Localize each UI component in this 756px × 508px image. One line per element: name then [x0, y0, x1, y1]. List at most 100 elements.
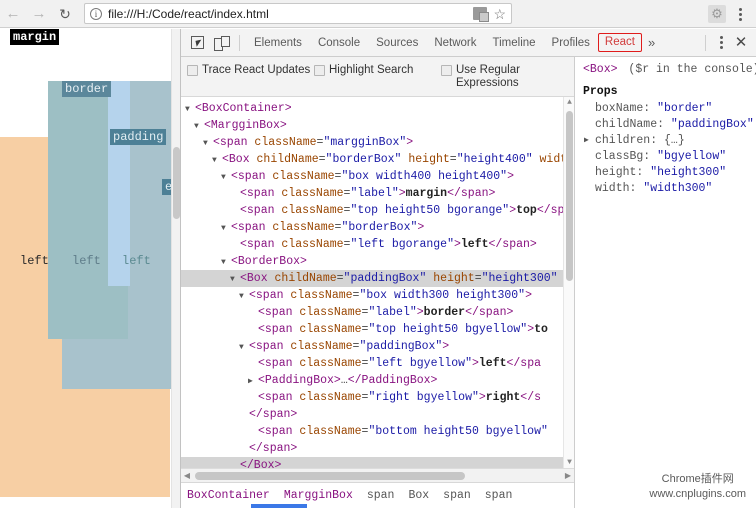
tab-console[interactable]: Console [310, 32, 368, 54]
tree-row[interactable]: ▼ <BoxContainer> [181, 100, 574, 117]
tree-row[interactable]: ·<span className="label">margin</span> [181, 185, 574, 202]
option-use-regular-expressions[interactable]: Use Regular Expressions [441, 62, 568, 96]
breadcrumb-item-span[interactable]: span [483, 489, 515, 502]
checkbox-icon[interactable] [187, 65, 198, 76]
react-extension-icon[interactable]: ⚙ [708, 5, 726, 23]
prop-value[interactable]: "border" [657, 102, 712, 115]
scroll-left-icon[interactable]: ◀ [181, 469, 193, 482]
inspect-element-icon[interactable] [185, 31, 209, 55]
collapse-arrow-icon[interactable]: ▼ [230, 271, 240, 287]
prop-key: children: [595, 134, 665, 147]
tree-row[interactable]: ▼ <span className="box width400 height400… [181, 168, 574, 185]
tree-row[interactable]: ▼ <span className="box width300 height300… [181, 287, 574, 304]
devtools-menu-icon[interactable] [712, 32, 730, 54]
breadcrumb-item-margginbox[interactable]: MargginBox [282, 489, 355, 502]
forward-icon[interactable]: → [26, 1, 52, 27]
kebab-menu-icon[interactable] [732, 4, 748, 24]
prop-value[interactable]: "width300" [643, 182, 712, 195]
tree-row[interactable]: ▼ <span className="margginBox"> [181, 134, 574, 151]
tree-row[interactable]: ▶ <PaddingBox>…</PaddingBox> [181, 372, 574, 389]
checkbox-icon[interactable] [441, 65, 452, 76]
tree-token: "borderBox" [341, 221, 418, 234]
tree-row[interactable]: ▼ <BorderBox> [181, 253, 574, 270]
breadcrumb-item-span[interactable]: span [441, 489, 473, 502]
collapse-arrow-icon[interactable]: ▼ [221, 169, 231, 185]
scroll-up-icon[interactable]: ▲ [564, 97, 574, 108]
tab-network[interactable]: Network [426, 32, 484, 54]
tree-token: <PaddingBox> [258, 374, 341, 387]
tree-indent-spacer: · [239, 441, 249, 457]
collapse-arrow-icon[interactable]: ▼ [239, 288, 249, 304]
tree-row[interactable]: ·<span className="label">border</span> [181, 304, 574, 321]
checkbox-icon[interactable] [314, 65, 325, 76]
collapse-arrow-icon[interactable]: ▼ [212, 152, 222, 168]
tab-elements[interactable]: Elements [246, 32, 310, 54]
expand-arrow-icon[interactable]: ▶ [584, 133, 589, 149]
translate-icon[interactable] [473, 7, 490, 22]
collapse-arrow-icon[interactable]: ▼ [221, 254, 231, 270]
tree-row[interactable]: ·<span className="left bgyellow">left</s… [181, 355, 574, 372]
tree-row[interactable]: ▼ <Box childName="paddingBox" height="hei… [181, 270, 574, 287]
prop-value[interactable]: "height300" [650, 166, 726, 179]
app-root: ← → ↻ i file:///H:/Code/react/index.html… [0, 0, 756, 508]
tree-indent-spacer: · [239, 407, 249, 423]
tree-row[interactable]: ▼ <span className="paddingBox"> [181, 338, 574, 355]
tree-hscroll-thumb[interactable] [195, 472, 465, 480]
star-icon[interactable]: ☆ [493, 7, 506, 21]
breadcrumb-item-span[interactable]: span [365, 489, 397, 502]
tab-profiles[interactable]: Profiles [544, 32, 598, 54]
scroll-right-icon[interactable]: ▶ [562, 469, 574, 482]
tree-row[interactable]: ▼ <span className="borderBox"> [181, 219, 574, 236]
tab-timeline[interactable]: Timeline [485, 32, 544, 54]
option-highlight-search[interactable]: Highlight Search [314, 62, 441, 96]
collapse-arrow-icon[interactable]: ▼ [239, 339, 249, 355]
tree-token: margin [405, 187, 448, 200]
tree-row[interactable]: ·<span className="right bgyellow">right<… [181, 389, 574, 406]
prop-key: height: [595, 166, 651, 179]
scroll-down-icon[interactable]: ▼ [564, 457, 574, 468]
tree-row[interactable]: ·</Box> [181, 457, 574, 468]
tree-row[interactable]: ·<span className="top height50 bgorange"… [181, 202, 574, 219]
react-options-bar: Trace React Updates Highlight Search Use R… [181, 57, 574, 97]
collapse-arrow-icon[interactable]: ▼ [194, 118, 204, 134]
tree-row[interactable]: ▼ <MargginBox> [181, 117, 574, 134]
prop-value[interactable]: "bgyellow" [657, 150, 726, 163]
address-bar[interactable]: i file:///H:/Code/react/index.html ☆ [84, 3, 512, 24]
tree-row[interactable]: ·</span> [181, 440, 574, 457]
tree-token: left [460, 238, 489, 251]
tree-row[interactable]: ▼ <Box childName="borderBox" height="heig… [181, 151, 574, 168]
page-scrollbar[interactable] [171, 29, 180, 508]
tree-vertical-scrollbar[interactable]: ▲ ▼ [563, 97, 574, 468]
tab-react[interactable]: React [597, 33, 642, 52]
tree-row[interactable]: ·<span className="left bgorange">left</s… [181, 236, 574, 253]
prop-value[interactable]: {…} [664, 134, 685, 147]
tree-row[interactable]: ·</span> [181, 406, 574, 423]
tree-horizontal-scrollbar[interactable]: ◀ ▶ [181, 468, 574, 482]
prop-value[interactable]: "paddingBox" [671, 118, 754, 131]
reload-icon[interactable]: ↻ [52, 1, 78, 27]
close-devtools-icon[interactable]: ✕ [730, 32, 752, 54]
expand-arrow-icon[interactable]: ▶ [248, 373, 258, 389]
tree-row[interactable]: ·<span className="top height50 bgyellow"… [181, 321, 574, 338]
option-label: Trace React Updates [202, 64, 311, 76]
tree-token: </spa [506, 357, 542, 370]
react-component-tree[interactable]: ▼ <BoxContainer> ▼ <MargginBox> ▼ <span class… [181, 97, 574, 468]
tree-token: <span [249, 289, 291, 302]
option-trace-react-updates[interactable]: Trace React Updates [187, 62, 314, 96]
breadcrumb-item-boxcontainer[interactable]: BoxContainer [185, 489, 272, 502]
collapse-arrow-icon[interactable]: ▼ [203, 135, 213, 151]
info-icon[interactable]: i [90, 7, 102, 20]
toggle-device-toolbar-icon[interactable] [209, 31, 233, 55]
tab-sources[interactable]: Sources [368, 32, 426, 54]
tree-token: > [417, 221, 425, 234]
tree-token: <span [213, 136, 255, 149]
breadcrumb-item-box[interactable]: Box [406, 489, 431, 502]
back-icon[interactable]: ← [0, 1, 26, 27]
collapse-arrow-icon[interactable]: ▼ [185, 101, 195, 117]
page-scrollbar-thumb[interactable] [173, 147, 180, 219]
tree-row[interactable]: ·<span className="bottom height50 bgyell… [181, 423, 574, 440]
more-tabs-icon[interactable]: » [642, 35, 661, 50]
tree-token: </PaddingBox> [347, 374, 438, 387]
collapse-arrow-icon[interactable]: ▼ [221, 220, 231, 236]
tree-vscroll-thumb[interactable] [566, 111, 573, 281]
